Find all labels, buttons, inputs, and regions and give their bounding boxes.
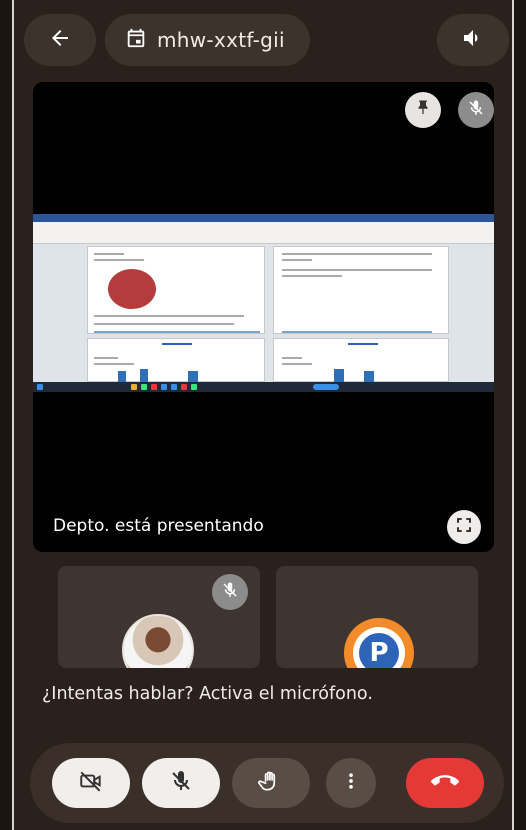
document-page [87, 246, 265, 334]
pin-icon [414, 99, 432, 121]
windows-taskbar [33, 382, 494, 392]
raise-hand-button[interactable] [232, 758, 310, 808]
word-ribbon [33, 222, 494, 244]
speaker-icon [461, 26, 485, 54]
mic-off-icon [169, 769, 193, 797]
unmute-hint: ¿Intentas hablar? Activa el micrófono. [42, 684, 373, 704]
mic-toggle-button[interactable] [142, 758, 220, 808]
back-button[interactable] [24, 14, 96, 66]
camera-off-icon [78, 768, 104, 798]
mic-off-icon [221, 581, 239, 603]
shared-screen [33, 214, 494, 392]
presentation-stage[interactable]: Depto. está presentando [33, 82, 494, 552]
mic-off-icon [467, 99, 485, 121]
word-title-bar [33, 214, 494, 222]
camera-toggle-button[interactable] [52, 758, 130, 808]
top-bar: mhw-xxtf-gii [0, 0, 526, 80]
participant-tile[interactable] [58, 566, 260, 668]
meeting-info-button[interactable]: mhw-xxtf-gii [105, 14, 310, 66]
logo-ring: P [353, 627, 405, 668]
document-page [273, 338, 449, 383]
avatar-logo: P [344, 618, 414, 668]
document-page [273, 246, 449, 334]
meeting-code: mhw-xxtf-gii [157, 28, 285, 52]
call-end-icon [430, 767, 459, 799]
call-controls [30, 743, 504, 823]
more-options-button[interactable] [326, 758, 376, 808]
participant-tile[interactable]: P [276, 566, 478, 668]
speaker-button[interactable] [437, 14, 509, 66]
pin-button[interactable] [405, 92, 441, 128]
presenter-muted-indicator [458, 92, 494, 128]
fullscreen-icon [455, 516, 473, 538]
hand-raise-icon [258, 768, 284, 798]
document-page [87, 338, 265, 383]
pie-chart-thumbnail [108, 269, 156, 309]
avatar [122, 614, 194, 668]
presenting-label: Depto. está presentando [53, 516, 264, 536]
arrow-left-icon [48, 26, 72, 54]
participant-muted-indicator [212, 574, 248, 610]
calendar-icon [125, 27, 147, 53]
more-vert-icon [341, 771, 361, 795]
end-call-button[interactable] [406, 758, 484, 808]
logo-letter: P [359, 633, 399, 668]
fullscreen-button[interactable] [447, 510, 481, 544]
